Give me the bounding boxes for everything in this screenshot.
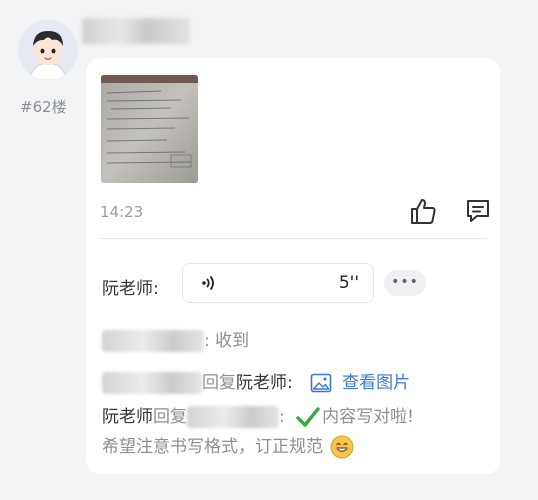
reply-author-redacted[interactable] — [102, 330, 204, 352]
reply-colon: : — [287, 373, 293, 393]
thumbs-up-icon — [411, 199, 436, 224]
reply-target-redacted[interactable] — [187, 406, 279, 428]
comment-button[interactable] — [464, 197, 492, 225]
more-button[interactable]: ••• — [384, 270, 426, 296]
like-button[interactable] — [408, 196, 438, 226]
reply-target[interactable]: 阮老师 — [236, 373, 287, 393]
check-icon — [296, 407, 320, 427]
voice-wave-icon — [202, 276, 214, 290]
reply-received: : 收到 — [102, 326, 249, 352]
reply-author-redacted[interactable] — [102, 372, 202, 394]
post-card: 14:23 阮老师: 5'' ••• : 收到 回复阮老师: 查看图片 阮老师回… — [86, 58, 500, 474]
voice-message-player[interactable]: 5'' — [182, 263, 374, 303]
post-time: 14:23 — [100, 203, 144, 221]
reply-feedback: 阮老师回复: 内容写对啦! — [102, 402, 414, 428]
view-image-text: 查看图片 — [342, 373, 411, 393]
reply-text-2: 希望注意书写格式，订正规范 — [102, 437, 323, 457]
author-name-redacted — [82, 18, 190, 44]
reply-text-1: 内容写对啦! — [322, 407, 414, 427]
view-image-link[interactable]: 查看图片 — [298, 373, 410, 393]
floor-number: #62楼 — [20, 98, 67, 116]
avatar[interactable] — [18, 20, 78, 80]
smile-emoji-icon — [330, 435, 354, 459]
reply-view-image: 回复阮老师: 查看图片 — [102, 368, 410, 394]
reply-author[interactable]: 阮老师 — [102, 279, 153, 299]
reply-word: 回复 — [202, 373, 236, 393]
reply-text: 收到 — [215, 331, 250, 351]
avatar-cartoon-boy — [18, 20, 78, 80]
voice-duration: 5'' — [338, 273, 359, 293]
comment-icon — [467, 200, 489, 222]
reply-voice: 阮老师: — [102, 274, 159, 299]
reply-colon: : — [204, 331, 210, 351]
reply-feedback-line2: 希望注意书写格式，订正规范 — [102, 432, 354, 459]
reply-colon: : — [153, 279, 159, 299]
reply-colon: : — [279, 407, 285, 427]
reply-author[interactable]: 阮老师 — [102, 407, 153, 427]
homework-photo[interactable] — [101, 75, 198, 183]
image-icon — [310, 373, 332, 393]
reply-word: 回复 — [153, 407, 187, 427]
divider — [100, 238, 486, 239]
homework-photo-image — [101, 75, 198, 183]
